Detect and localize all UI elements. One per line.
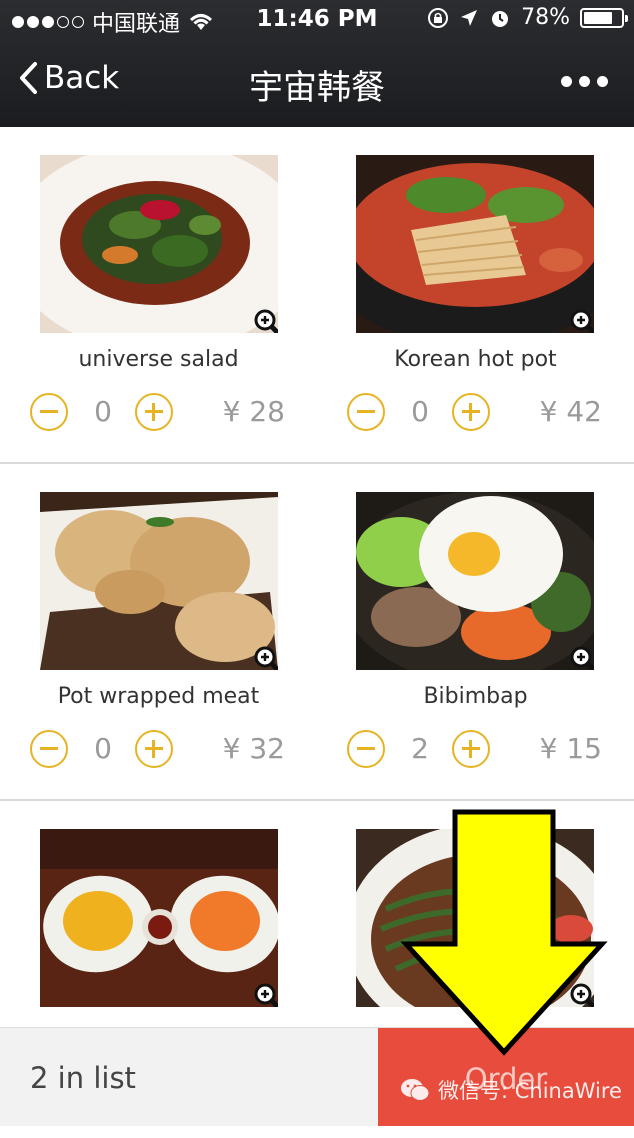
status-bar: 中国联通 11:46 PM 78% bbox=[0, 0, 634, 42]
zoom-in-icon[interactable] bbox=[252, 644, 278, 670]
dish-price: ¥ 15 bbox=[539, 732, 602, 765]
dish-name: Korean hot pot bbox=[394, 347, 557, 372]
location-arrow-icon bbox=[461, 9, 478, 26]
quantity-stepper: 2 ¥ 15 bbox=[317, 730, 634, 774]
dish-price: ¥ 32 bbox=[222, 732, 285, 765]
quantity-value: 2 bbox=[411, 732, 429, 765]
quantity-stepper: 0 ¥ 32 bbox=[0, 730, 317, 774]
rotation-lock-icon bbox=[428, 7, 449, 28]
battery-icon bbox=[580, 7, 628, 28]
quantity-stepper: 0 ¥ 28 bbox=[0, 393, 317, 437]
dish-photo-side-dishes[interactable] bbox=[40, 829, 278, 1007]
quantity-stepper: 0 ¥ 42 bbox=[317, 393, 634, 437]
top-bar: 中国联通 11:46 PM 78% Back 宇宙韩餐 bbox=[0, 0, 634, 127]
zoom-in-icon[interactable] bbox=[568, 644, 594, 670]
menu-row: universe salad 0 ¥ 28 Korean hot pot 0 ¥… bbox=[0, 127, 634, 464]
increase-button[interactable] bbox=[452, 730, 490, 768]
decrease-button[interactable] bbox=[347, 730, 385, 768]
wechat-icon bbox=[401, 1079, 430, 1101]
dish-photo-pot-wrapped-meat[interactable] bbox=[40, 492, 278, 670]
decrease-button[interactable] bbox=[30, 730, 68, 768]
increase-button[interactable] bbox=[135, 393, 173, 431]
zoom-in-icon[interactable] bbox=[252, 981, 278, 1007]
page-title: 宇宙韩餐 bbox=[249, 68, 385, 108]
watermark-text: 微信号: ChinaWire bbox=[438, 1079, 622, 1103]
nav-bar: Back 宇宙韩餐 bbox=[0, 42, 634, 127]
dish-photo-korean-hot-pot[interactable] bbox=[356, 155, 594, 333]
decrease-button[interactable] bbox=[30, 393, 68, 431]
increase-button[interactable] bbox=[452, 393, 490, 431]
zoom-in-icon[interactable] bbox=[568, 981, 594, 1007]
menu-grid: universe salad 0 ¥ 28 Korean hot pot 0 ¥… bbox=[0, 127, 634, 1138]
increase-button[interactable] bbox=[135, 730, 173, 768]
menu-row: Pot wrapped meat 0 ¥ 32 Bibimbap 2 ¥ 15 bbox=[0, 464, 634, 801]
dish-name: Pot wrapped meat bbox=[57, 684, 260, 709]
quantity-value: 0 bbox=[94, 395, 112, 428]
cart-count: 2 in list bbox=[30, 1061, 136, 1095]
dish-photo-universe-salad[interactable] bbox=[40, 155, 278, 333]
dish-photo-cold-noodles[interactable] bbox=[356, 829, 594, 1007]
dish-photo-bibimbap[interactable] bbox=[356, 492, 594, 670]
zoom-in-icon[interactable] bbox=[252, 307, 278, 333]
more-options-button[interactable] bbox=[561, 76, 608, 87]
watermark: 微信号: ChinaWire bbox=[400, 1075, 622, 1105]
dish-price: ¥ 42 bbox=[539, 395, 602, 428]
dish-price: ¥ 28 bbox=[222, 395, 285, 428]
zoom-in-icon[interactable] bbox=[568, 307, 594, 333]
dish-name: Bibimbap bbox=[423, 684, 528, 709]
decrease-button[interactable] bbox=[347, 393, 385, 431]
status-right: 78% bbox=[427, 5, 628, 30]
quantity-value: 0 bbox=[411, 395, 429, 428]
dish-name: universe salad bbox=[78, 347, 239, 372]
battery-percent: 78% bbox=[521, 5, 570, 30]
quantity-value: 0 bbox=[94, 732, 112, 765]
alarm-icon bbox=[492, 10, 509, 27]
